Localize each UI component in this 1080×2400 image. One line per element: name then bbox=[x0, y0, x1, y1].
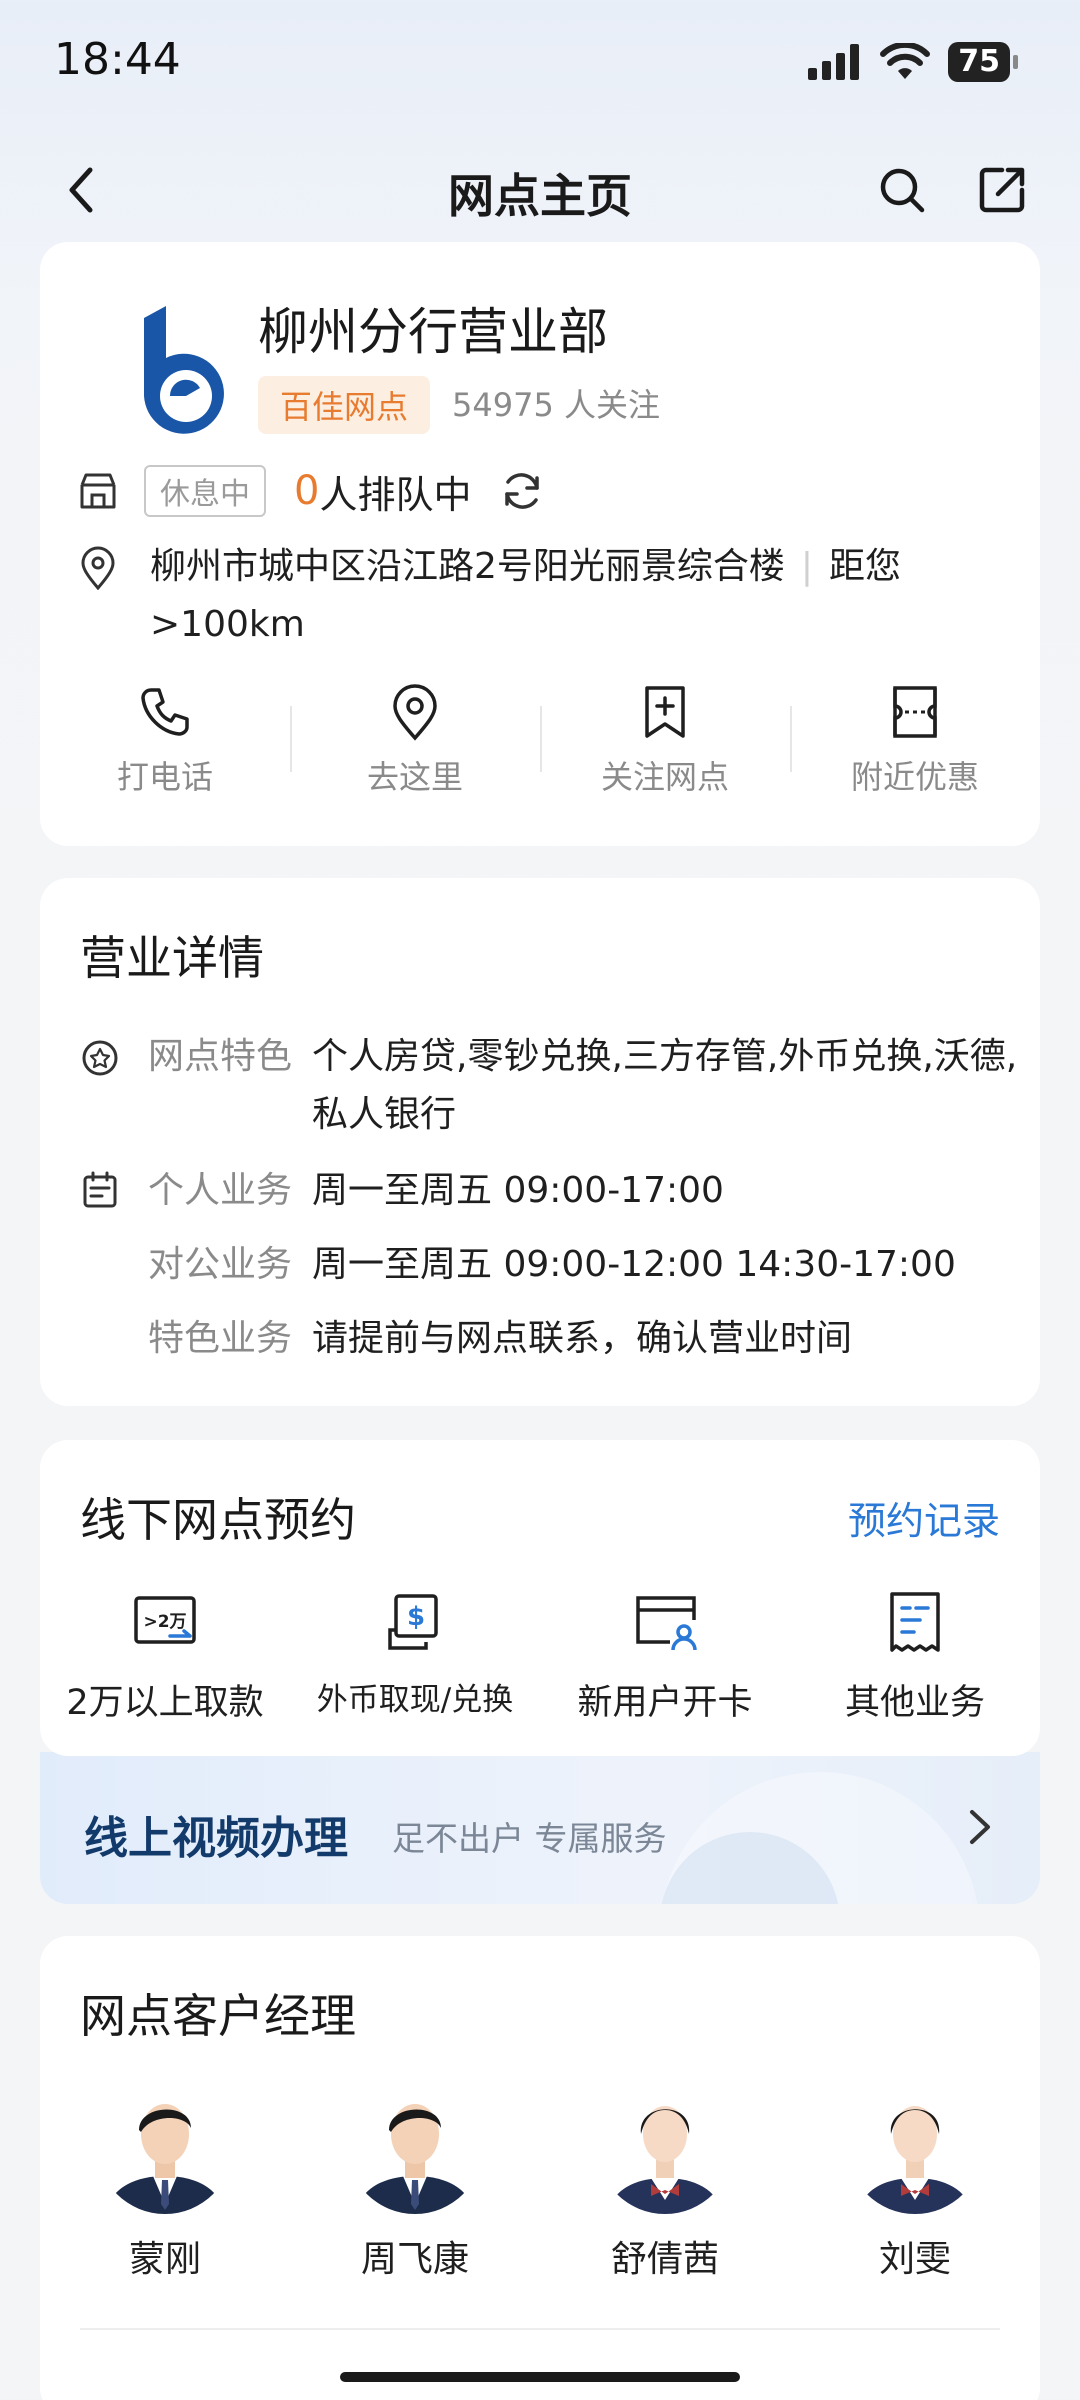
booking-label: 其他业务 bbox=[844, 1683, 985, 1723]
section-title: 营业详情 bbox=[80, 931, 264, 985]
nearby-offers-label: 附近优惠 bbox=[850, 758, 979, 796]
managers-card: 网点客户经理 蒙刚 周飞康 舒倩茜 刘雯 bbox=[40, 1936, 1040, 2400]
follow-branch-button[interactable]: 关注网点 bbox=[540, 682, 790, 802]
followers-suffix: 人关注 bbox=[553, 386, 660, 424]
personal-hours-row: 个人业务 周一至周五 09:00-17:00 bbox=[80, 1162, 1020, 1220]
branch-name: 柳州分行营业部 bbox=[258, 303, 608, 361]
status-time: 18:44 bbox=[54, 34, 181, 85]
location-icon bbox=[393, 684, 437, 741]
avatar bbox=[347, 2078, 483, 2214]
battery-indicator: 75 bbox=[948, 42, 1018, 82]
store-icon bbox=[80, 473, 116, 509]
call-button[interactable]: 打电话 bbox=[40, 682, 290, 802]
booking-item-other[interactable]: 其他业务 bbox=[790, 1590, 1040, 1725]
special-label: 特色业务 bbox=[148, 1318, 293, 1359]
booking-label: 外币取现/兑换 bbox=[316, 1682, 514, 1718]
navigate-button[interactable]: 去这里 bbox=[290, 682, 540, 802]
bank-logo bbox=[144, 306, 224, 434]
coupon-icon bbox=[893, 686, 937, 738]
star-badge-icon bbox=[82, 1040, 118, 1076]
special-value: 请提前与网点联系，确认营业时间 bbox=[312, 1318, 853, 1359]
svg-text:>2万: >2万 bbox=[143, 1612, 186, 1632]
managers-list: 蒙刚 周飞康 舒倩茜 刘雯 bbox=[40, 2076, 1040, 2282]
queue-label: 人排队中 bbox=[319, 472, 472, 517]
personal-label: 个人业务 bbox=[148, 1170, 293, 1211]
phone-icon bbox=[141, 688, 189, 736]
status-icons: 75 bbox=[808, 42, 1018, 82]
signal-icon bbox=[808, 44, 860, 80]
video-subtitle: 足不出户 专属服务 bbox=[392, 1819, 667, 1858]
location-pin-icon bbox=[81, 546, 115, 590]
navigate-label: 去这里 bbox=[366, 758, 463, 796]
queue-row: 休息中 0 人排队中 bbox=[78, 458, 545, 524]
personal-value: 周一至周五 09:00-17:00 bbox=[312, 1170, 724, 1211]
address-text: 柳州市城中区沿江路2号阳光丽景综合楼 | 距您>100km bbox=[150, 538, 1010, 654]
followers-number: 54975 bbox=[452, 386, 554, 424]
manager-name: 刘雯 bbox=[878, 2239, 951, 2280]
chevron-right-icon bbox=[970, 1810, 990, 1844]
currency-exchange-icon: $ bbox=[388, 1594, 438, 1650]
manager-item[interactable]: 周飞康 bbox=[290, 2076, 540, 2282]
branch-card: 柳州分行营业部 百佳网点 54975 人关注 休息中 0 人排队中 柳州市城中区… bbox=[40, 242, 1040, 846]
booking-label: 2万以上取款 bbox=[66, 1683, 264, 1723]
manager-name: 舒倩茜 bbox=[610, 2239, 719, 2280]
home-indicator[interactable] bbox=[340, 2372, 740, 2382]
special-hours-row: 特色业务 请提前与网点联系，确认营业时间 bbox=[80, 1310, 1020, 1368]
manager-item[interactable]: 蒙刚 bbox=[40, 2076, 290, 2282]
calendar-icon bbox=[83, 1171, 117, 1208]
status-badge: 休息中 bbox=[144, 465, 266, 517]
branch-actions: 打电话 去这里 关注网点 附近优惠 bbox=[40, 682, 1040, 802]
divider bbox=[80, 2328, 1000, 2330]
share-icon[interactable] bbox=[974, 162, 1030, 218]
video-title: 线上视频办理 bbox=[84, 1813, 348, 1864]
branch-tag-badge: 百佳网点 bbox=[258, 376, 431, 434]
manager-name: 蒙刚 bbox=[128, 2239, 201, 2280]
corporate-label: 对公业务 bbox=[148, 1244, 293, 1285]
call-label: 打电话 bbox=[116, 758, 213, 796]
section-title: 线下网点预约 bbox=[80, 1493, 356, 1547]
booking-items: >2万 2万以上取款 $ 外币取现/兑换 新用户开卡 其他业务 bbox=[40, 1590, 1040, 1725]
followers-count: 54975 人关注 bbox=[452, 380, 660, 426]
wifi-icon bbox=[880, 43, 931, 79]
features-value: 个人房贷,零钞兑换,三方存管,外币兑换,沃德,私人银行 bbox=[312, 1036, 1018, 1135]
svg-text:$: $ bbox=[407, 1602, 425, 1632]
booking-item-currency[interactable]: $ 外币取现/兑换 bbox=[290, 1590, 540, 1725]
queue-count: 0 bbox=[294, 468, 320, 514]
avatar bbox=[847, 2078, 983, 2214]
booking-card: 线下网点预约 预约记录 >2万 2万以上取款 $ 外币取现/兑换 新用户开卡 其… bbox=[40, 1440, 1040, 1756]
manager-name: 周飞康 bbox=[360, 2239, 469, 2280]
manager-item[interactable]: 刘雯 bbox=[790, 2076, 1040, 2282]
search-icon[interactable] bbox=[874, 162, 930, 218]
status-bar: 18:44 75 bbox=[0, 0, 1080, 120]
follow-branch-label: 关注网点 bbox=[600, 758, 729, 796]
booking-records-link[interactable]: 预约记录 bbox=[848, 1490, 1000, 1545]
video-service-banner[interactable]: 线上视频办理 足不出户 专属服务 bbox=[40, 1752, 1040, 1904]
withdraw-20k-icon: >2万 bbox=[134, 1596, 196, 1644]
avatar bbox=[97, 2078, 233, 2214]
booking-label: 新用户开卡 bbox=[577, 1683, 753, 1723]
avatar bbox=[597, 2078, 733, 2214]
features-label: 网点特色 bbox=[148, 1036, 293, 1077]
new-card-icon bbox=[636, 1596, 697, 1651]
corporate-hours-row: 对公业务 周一至周五 09:00-12:00 14:30-17:00 bbox=[80, 1236, 1020, 1294]
features-row: 网点特色 个人房贷,零钞兑换,三方存管,外币兑换,沃德,私人银行 bbox=[80, 1028, 1020, 1148]
address-separator: | bbox=[800, 546, 814, 587]
manager-item[interactable]: 舒倩茜 bbox=[540, 2076, 790, 2282]
booking-item-new-card[interactable]: 新用户开卡 bbox=[540, 1590, 790, 1725]
corporate-value: 周一至周五 09:00-12:00 14:30-17:00 bbox=[312, 1244, 956, 1285]
nearby-offers-button[interactable]: 附近优惠 bbox=[790, 682, 1040, 802]
address: 柳州市城中区沿江路2号阳光丽景综合楼 bbox=[150, 546, 785, 587]
booking-item-withdraw[interactable]: >2万 2万以上取款 bbox=[40, 1590, 290, 1725]
business-details-card: 营业详情 网点特色 个人房贷,零钞兑换,三方存管,外币兑换,沃德,私人银行 个人… bbox=[40, 878, 1040, 1406]
document-icon bbox=[890, 1592, 940, 1652]
section-title: 网点客户经理 bbox=[80, 1989, 356, 2043]
refresh-icon[interactable] bbox=[499, 468, 545, 514]
bookmark-add-icon bbox=[645, 686, 685, 738]
